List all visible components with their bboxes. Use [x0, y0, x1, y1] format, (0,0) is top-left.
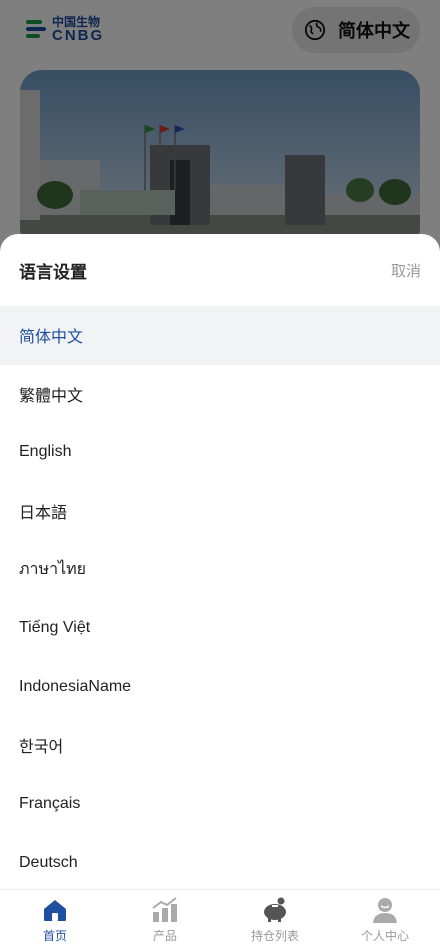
language-option-ja[interactable]: 日本語 [0, 482, 440, 541]
tab-holdings-label: 持仓列表 [250, 929, 299, 943]
tab-profile-label: 个人中心 [360, 929, 409, 943]
language-settings-sheet: 语言设置 取消 简体中文 繁體中文 English 日本語 ภาษาไทย Ti… [0, 234, 440, 889]
tab-products[interactable]: 产品 [110, 890, 220, 950]
sheet-title: 语言设置 [19, 262, 87, 282]
tab-home-label: 首页 [42, 929, 67, 943]
language-option-fr[interactable]: Français [0, 775, 440, 834]
home-icon [44, 900, 66, 921]
tab-profile[interactable]: 个人中心 [330, 890, 440, 950]
tab-home[interactable]: 首页 [0, 890, 110, 950]
language-list: 简体中文 繁體中文 English 日本語 ภาษาไทย Tiếng Việt… [0, 306, 440, 889]
tab-holdings[interactable]: 持仓列表 [220, 890, 330, 950]
language-option-en[interactable]: English [0, 423, 440, 482]
language-option-zh-hant[interactable]: 繁體中文 [0, 365, 440, 424]
language-option-ko[interactable]: 한국어 [0, 716, 440, 775]
language-option-vi[interactable]: Tiếng Việt [0, 599, 440, 658]
language-option-id[interactable]: IndonesiaName [0, 658, 440, 717]
bottom-tab-bar: 首页 产品 持仓列表 个人中心 [0, 889, 440, 950]
piggy-bank-icon [264, 897, 286, 922]
chart-icon [152, 897, 177, 922]
language-option-de[interactable]: Deutsch [0, 833, 440, 889]
cancel-button[interactable]: 取消 [391, 260, 421, 281]
language-option-zh-hans[interactable]: 简体中文 [0, 306, 440, 365]
tab-products-label: 产品 [152, 929, 177, 943]
user-icon [373, 898, 397, 923]
sheet-header: 语言设置 取消 [0, 234, 440, 306]
language-option-th[interactable]: ภาษาไทย [0, 540, 440, 599]
